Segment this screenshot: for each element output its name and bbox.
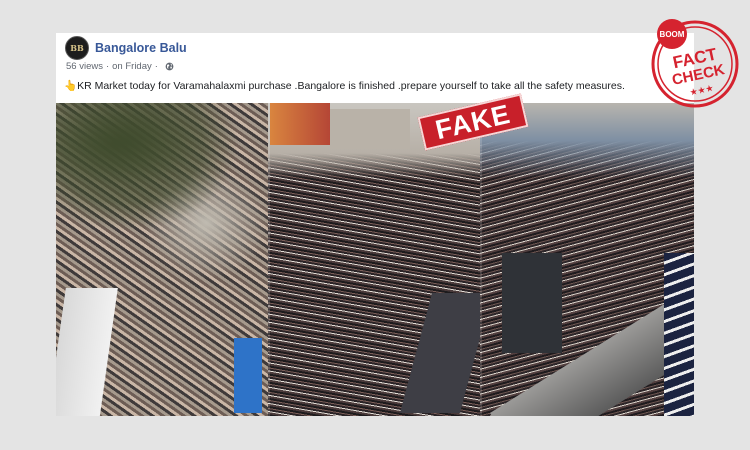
avatar[interactable]: BB bbox=[65, 36, 89, 60]
video-frame-left bbox=[56, 103, 268, 416]
video-frame-right bbox=[480, 103, 694, 416]
post-header: BB Bangalore Balu bbox=[65, 36, 187, 60]
post-video[interactable] bbox=[56, 103, 694, 416]
meta-separator: · bbox=[105, 61, 110, 72]
page-name-link[interactable]: Bangalore Balu bbox=[95, 41, 187, 55]
post-text: 👆KR Market today for Varamahalaxmi purch… bbox=[64, 80, 625, 92]
view-count: 56 views bbox=[66, 61, 103, 72]
svg-text:★★★: ★★★ bbox=[689, 84, 715, 99]
post-timestamp[interactable]: on Friday bbox=[112, 61, 152, 72]
facebook-post-card: BB Bangalore Balu 56 views · on Friday ·… bbox=[56, 33, 694, 416]
video-frame-center bbox=[268, 103, 480, 416]
globe-icon bbox=[165, 62, 174, 71]
svg-text:BOOM: BOOM bbox=[660, 30, 685, 39]
meta-separator: · bbox=[154, 61, 158, 72]
fact-check-logo: BOOM FACT CHECK ★★★ bbox=[651, 19, 739, 108]
post-meta: 56 views · on Friday · bbox=[66, 61, 174, 72]
